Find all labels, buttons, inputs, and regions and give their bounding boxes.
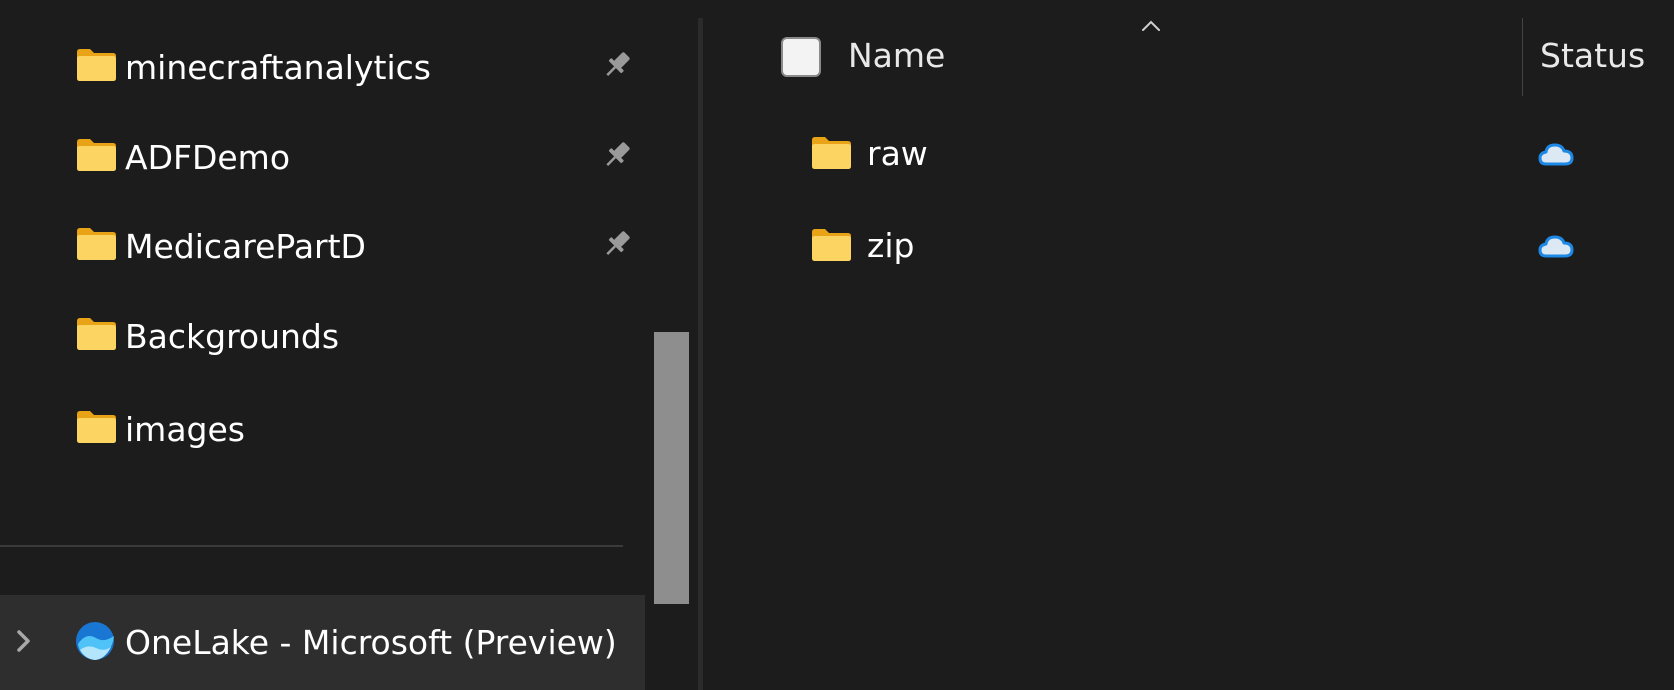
- navigation-pane: minecraftanalytics ADFDemo MedicarePartD: [0, 0, 703, 690]
- nav-item-minecraftanalytics[interactable]: minecraftanalytics: [0, 22, 645, 112]
- nav-item-label: OneLake - Microsoft (Preview): [125, 623, 617, 662]
- chevron-up-icon: [1140, 18, 1162, 37]
- file-name[interactable]: raw: [867, 134, 928, 173]
- nav-item-images[interactable]: images: [0, 384, 645, 474]
- file-row-zip[interactable]: zip: [760, 202, 1674, 292]
- folder-icon: [75, 410, 117, 448]
- column-header-name[interactable]: Name: [848, 36, 945, 75]
- chevron-right-icon[interactable]: [12, 626, 36, 660]
- nav-item-adfdemo[interactable]: ADFDemo: [0, 112, 645, 202]
- file-name[interactable]: zip: [867, 226, 914, 265]
- nav-item-medicarepartd[interactable]: MedicarePartD: [0, 201, 645, 291]
- nav-divider: [0, 545, 623, 547]
- onelake-icon: [74, 620, 116, 666]
- folder-icon: [75, 48, 117, 86]
- nav-item-label: minecraftanalytics: [125, 47, 431, 87]
- folder-icon: [75, 227, 117, 265]
- nav-item-backgrounds[interactable]: Backgrounds: [0, 291, 645, 381]
- pin-icon[interactable]: [600, 48, 634, 86]
- nav-item-label: ADFDemo: [125, 137, 291, 177]
- nav-scrollbar-thumb[interactable]: [654, 332, 689, 604]
- column-divider[interactable]: [1522, 18, 1523, 96]
- nav-item-label: images: [125, 409, 245, 449]
- cloud-icon: [1537, 141, 1575, 171]
- pin-icon[interactable]: [600, 227, 634, 265]
- pin-icon[interactable]: [600, 138, 634, 176]
- select-all-checkbox[interactable]: [781, 37, 821, 77]
- column-header-status[interactable]: Status: [1540, 36, 1645, 75]
- nav-item-onelake[interactable]: OneLake - Microsoft (Preview): [0, 595, 645, 690]
- nav-item-label: MedicarePartD: [125, 226, 366, 266]
- file-explorer-window: minecraftanalytics ADFDemo MedicarePartD: [0, 0, 1674, 690]
- folder-icon: [75, 317, 117, 355]
- file-row-raw[interactable]: raw: [760, 110, 1674, 200]
- cloud-icon: [1537, 233, 1575, 263]
- folder-icon: [75, 138, 117, 176]
- content-pane: [703, 0, 1674, 690]
- nav-item-label: Backgrounds: [125, 316, 340, 356]
- folder-icon: [810, 136, 852, 174]
- folder-icon: [810, 228, 852, 266]
